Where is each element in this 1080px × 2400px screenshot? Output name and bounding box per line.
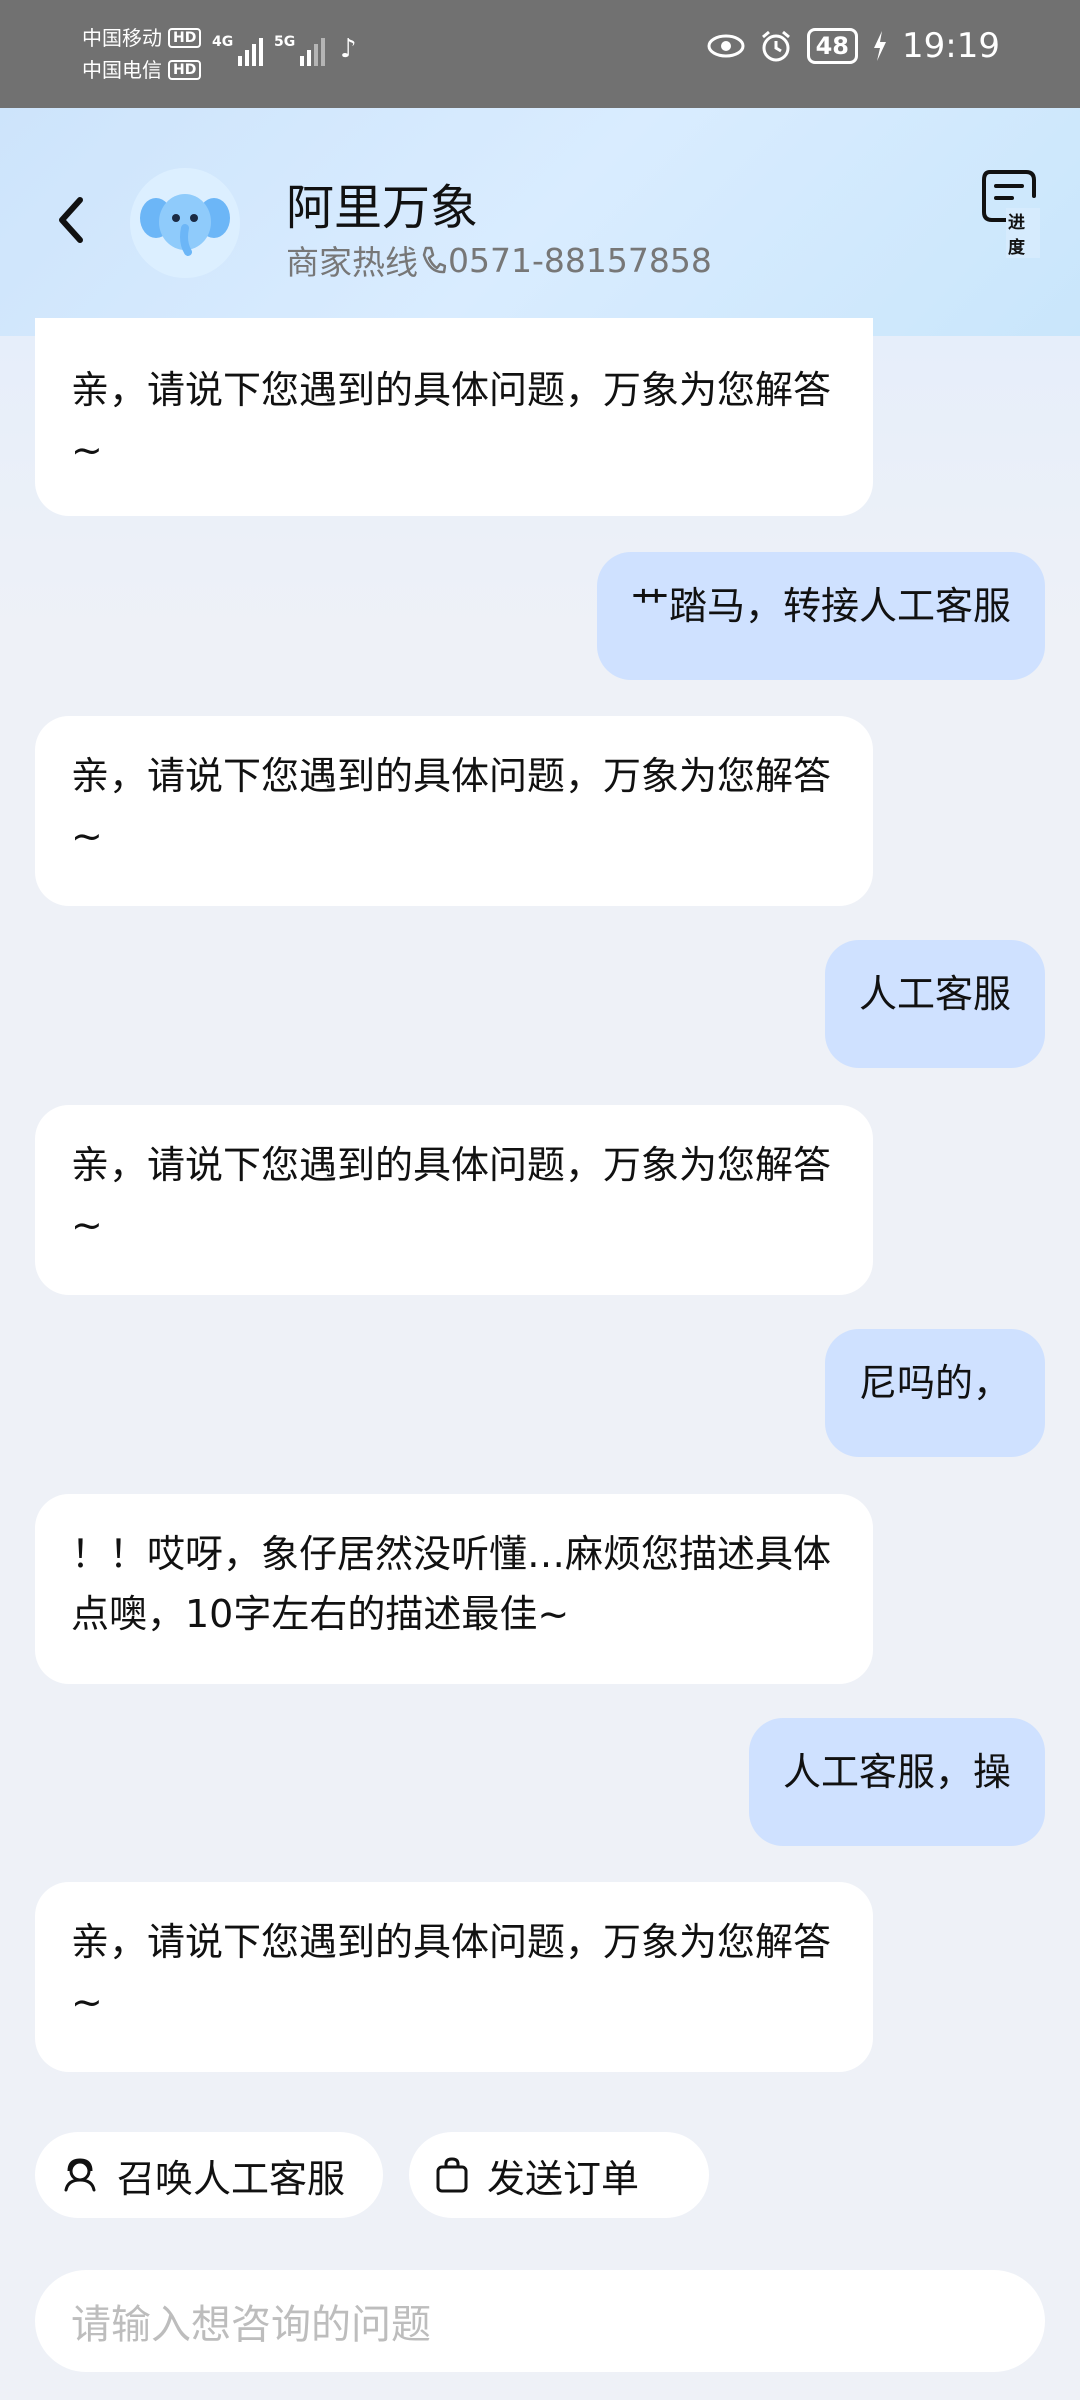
alarm-icon bbox=[761, 30, 790, 62]
signal-4g-icon: 4G bbox=[212, 34, 264, 66]
progress-button[interactable]: 进度 bbox=[980, 170, 1040, 258]
message-input[interactable]: 请输入想咨询的问题 bbox=[35, 2270, 1045, 2372]
page-title: 阿里万象 bbox=[286, 180, 479, 236]
user-message: 人工客服 bbox=[824, 940, 1045, 1068]
battery-indicator: 48 bbox=[806, 28, 859, 64]
user-message: 艹踏马，转接人工客服 bbox=[596, 552, 1045, 680]
notification-icon: ♪ bbox=[340, 34, 357, 64]
charging-icon bbox=[874, 31, 887, 61]
clock-time: 19:19 bbox=[902, 26, 1000, 66]
user-message: 尼吗的， bbox=[824, 1329, 1045, 1457]
bot-message: 亲，请说下您遇到的具体问题，万象为您解答~ bbox=[35, 318, 873, 516]
carrier-1: 中国移动 bbox=[82, 26, 162, 50]
shopping-bag-icon bbox=[436, 2157, 468, 2193]
input-placeholder: 请输入想咨询的问题 bbox=[71, 2302, 431, 2348]
progress-label: 进度 bbox=[1006, 208, 1040, 258]
hd-badge: HD bbox=[168, 60, 202, 80]
phone-icon bbox=[422, 246, 446, 274]
signal-5g-icon: 5G bbox=[274, 34, 326, 66]
back-icon[interactable] bbox=[48, 188, 92, 252]
hotline-label: 商家热线 bbox=[286, 243, 418, 282]
carrier-info: 中国移动 HD 中国电信 HD bbox=[82, 22, 202, 86]
merchant-hotline[interactable]: 商家热线 0571-88157858 bbox=[286, 236, 712, 284]
hd-badge: HD bbox=[168, 28, 202, 48]
customer-service-icon bbox=[64, 2158, 96, 2192]
send-order-button[interactable]: 发送订单 bbox=[409, 2132, 709, 2218]
bot-message: 亲，请说下您遇到的具体问题，万象为您解答~ bbox=[35, 716, 873, 906]
eye-icon bbox=[707, 34, 745, 58]
call-human-label: 召唤人工客服 bbox=[117, 2156, 346, 2201]
bot-message: 亲，请说下您遇到的具体问题，万象为您解答~ bbox=[35, 1882, 873, 2072]
user-message: 人工客服，操 bbox=[748, 1718, 1045, 1846]
carrier-2: 中国电信 bbox=[82, 58, 162, 82]
bot-message: 亲，请说下您遇到的具体问题，万象为您解答~ bbox=[35, 1105, 873, 1295]
avatar[interactable] bbox=[130, 168, 240, 278]
call-human-service-button[interactable]: 召唤人工客服 bbox=[35, 2132, 383, 2218]
hotline-number: 0571-88157858 bbox=[448, 240, 712, 280]
status-bar: 中国移动 HD 中国电信 HD 4G 5G ♪ 48 19:19 bbox=[0, 0, 1080, 108]
send-order-label: 发送订单 bbox=[487, 2156, 640, 2201]
bot-message: ！！哎呀，象仔居然没听懂…麻烦您描述具体点噢，10字左右的描述最佳~ bbox=[35, 1494, 873, 1684]
